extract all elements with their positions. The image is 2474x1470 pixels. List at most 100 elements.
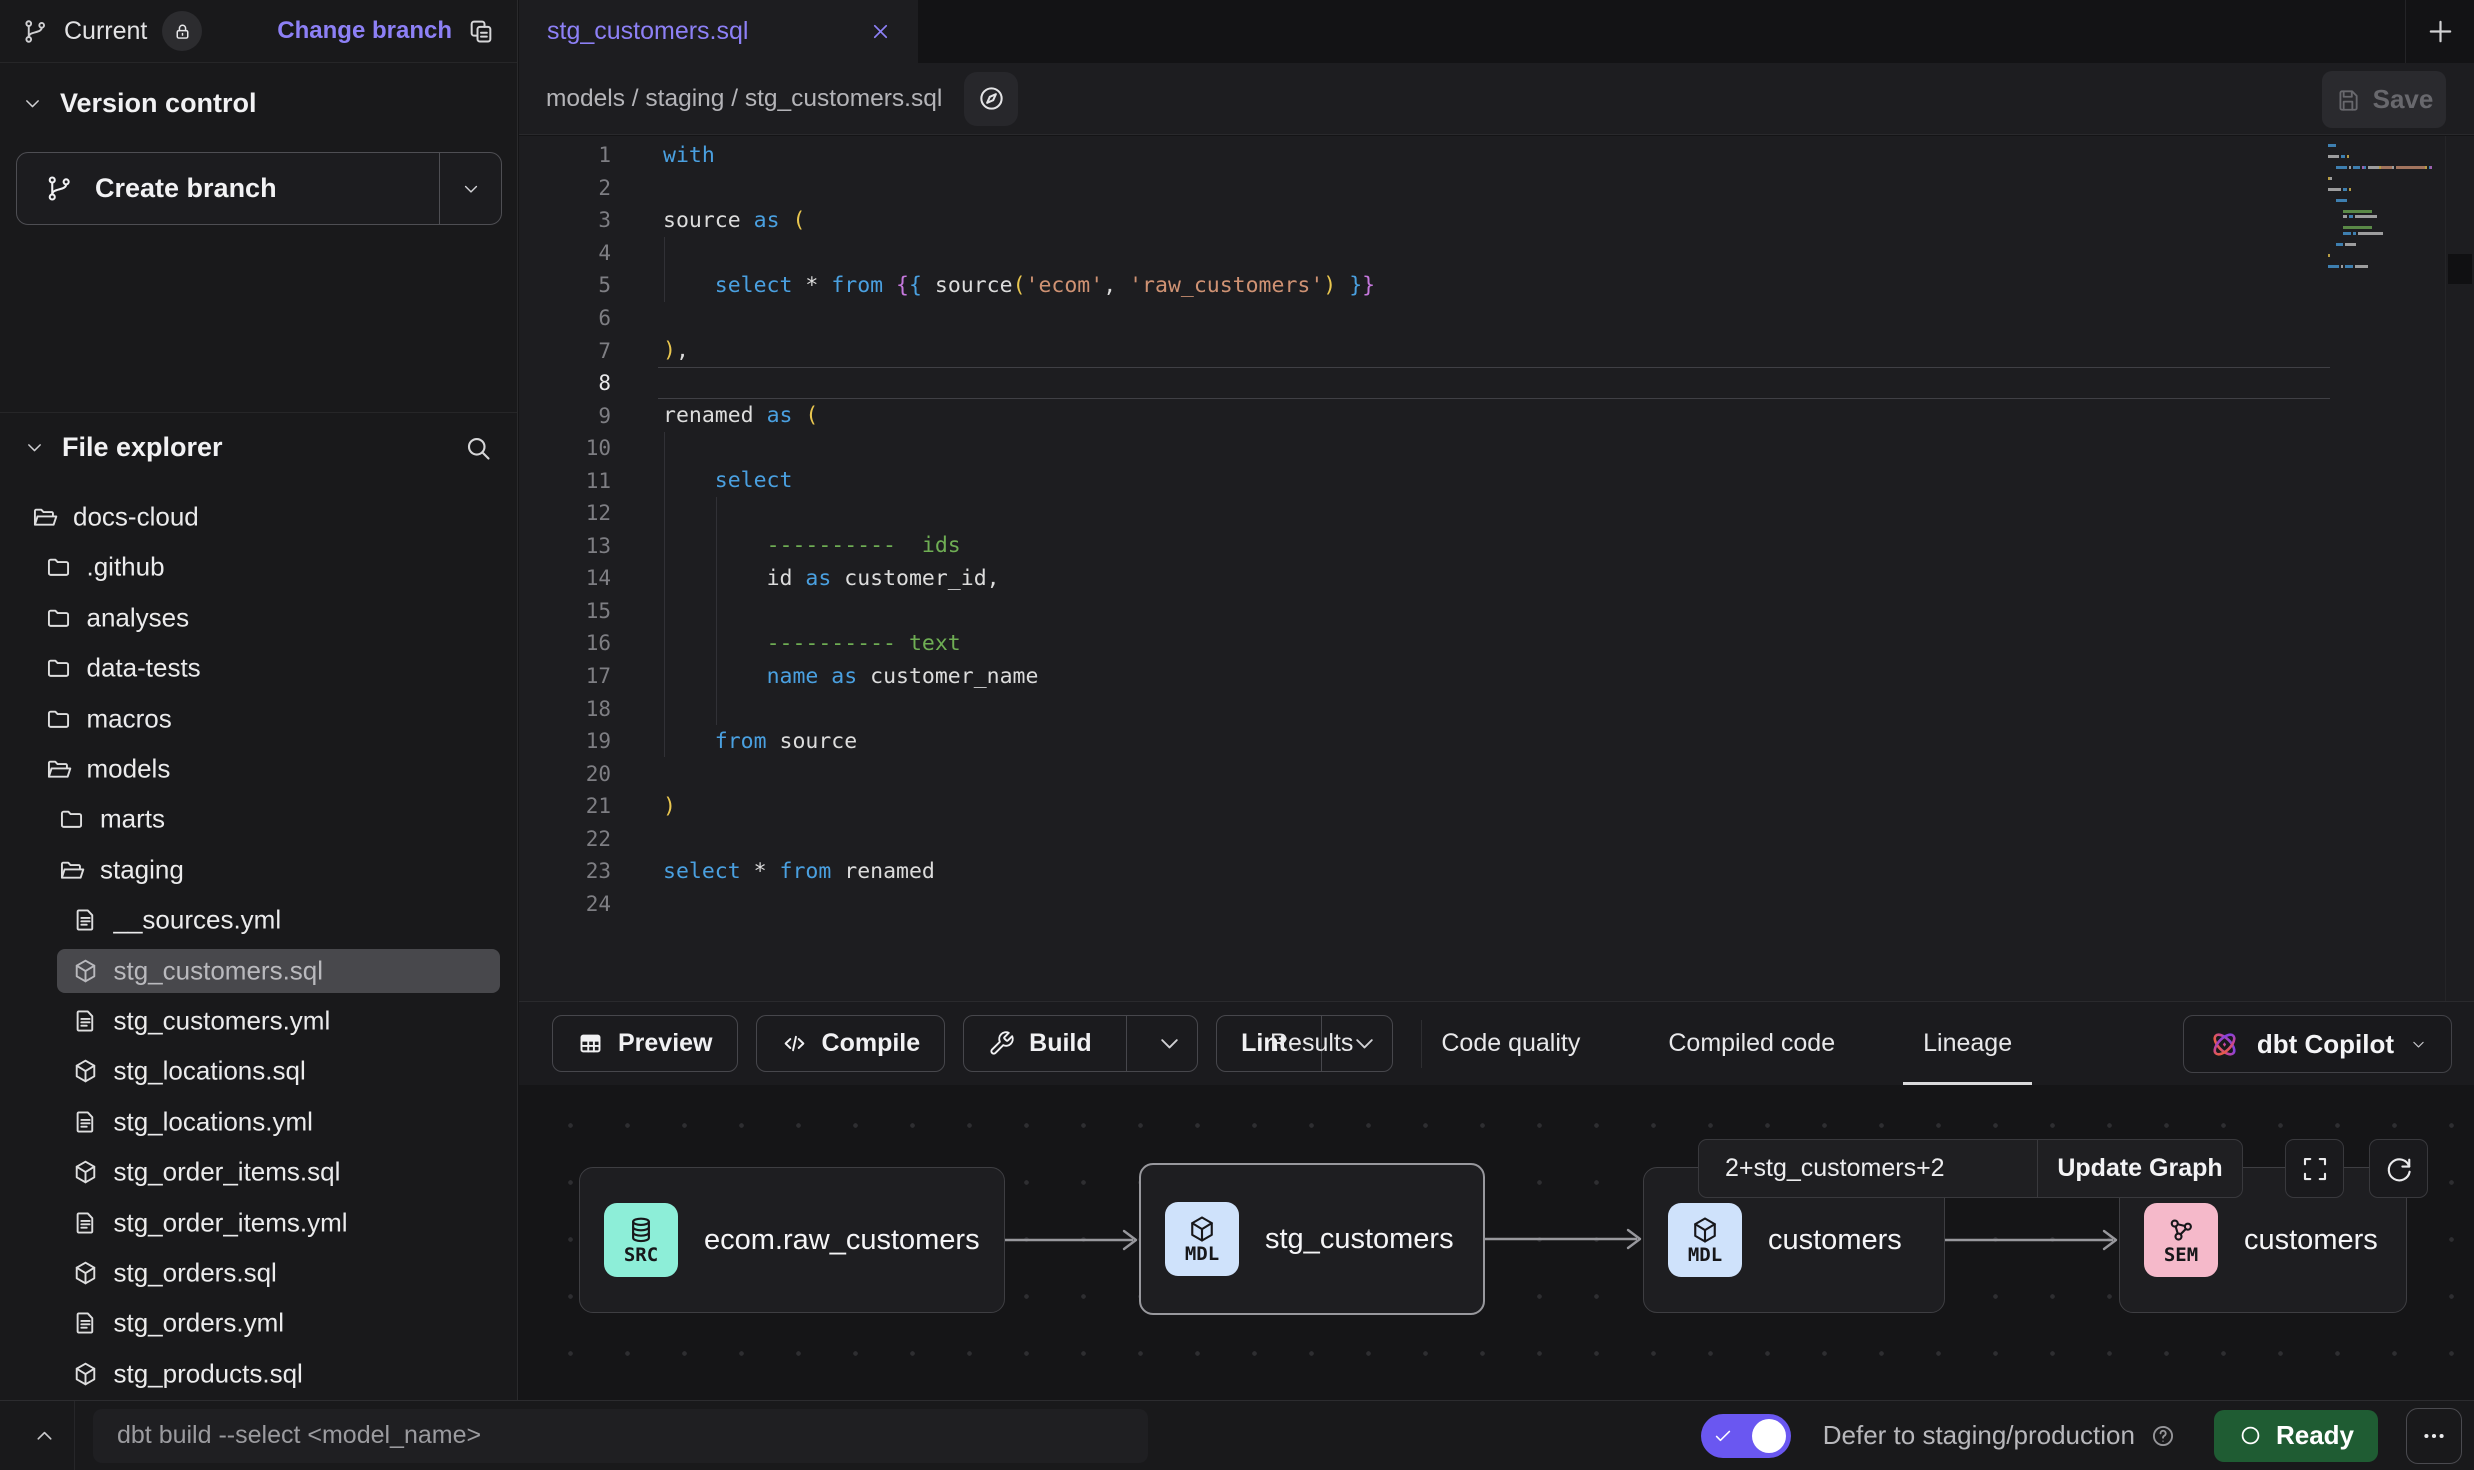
- copilot-icon: [2208, 1028, 2241, 1061]
- code-line-21[interactable]: 21): [519, 790, 2474, 823]
- more-options-button[interactable]: [2406, 1408, 2462, 1464]
- code-line-content: name as customer_name: [663, 660, 1038, 693]
- tree-item-stg_locations.yml[interactable]: stg_locations.yml: [0, 1097, 517, 1147]
- minimap[interactable]: [2328, 144, 2440, 276]
- database-icon: [626, 1215, 656, 1245]
- code-tag-icon: [781, 1030, 808, 1057]
- code-line-18[interactable]: 18: [519, 692, 2474, 725]
- cube-icon: [72, 1159, 99, 1186]
- code-line-13[interactable]: 13 ---------- ids: [519, 530, 2474, 563]
- wrench-icon: [988, 1030, 1015, 1057]
- save-button[interactable]: Save: [2322, 71, 2446, 128]
- code-line-15[interactable]: 15: [519, 595, 2474, 628]
- preview-label: Preview: [618, 1029, 713, 1058]
- code-line-1[interactable]: 1with: [519, 139, 2474, 172]
- tree-item-stg_locations.sql[interactable]: stg_locations.sql: [0, 1046, 517, 1096]
- tree-item-label: stg_order_items.sql: [114, 1157, 341, 1188]
- copilot-label: dbt Copilot: [2257, 1029, 2394, 1060]
- lineage-filter-input[interactable]: [1698, 1139, 2038, 1198]
- tree-item-staging[interactable]: staging: [0, 845, 517, 895]
- lineage-graph[interactable]: Update Graph SRCecom.raw_customersMDLstg…: [519, 1085, 2474, 1400]
- tree-item-.github[interactable]: .github: [0, 542, 517, 592]
- panel-tab-code-quality[interactable]: Code quality: [1435, 1002, 1586, 1085]
- tree-item-stg_orders.yml[interactable]: stg_orders.yml: [0, 1298, 517, 1348]
- node-badge-MDL: MDL: [1668, 1203, 1742, 1277]
- tree-item-label: stg_locations.sql: [114, 1056, 306, 1087]
- panel-tab-compiled-code[interactable]: Compiled code: [1662, 1002, 1841, 1085]
- dbt-command-input[interactable]: [93, 1409, 1148, 1463]
- defer-label: Defer to staging/production: [1823, 1420, 2135, 1451]
- help-icon[interactable]: [2150, 1423, 2176, 1449]
- tab-stg-customers-sql[interactable]: stg_customers.sql: [519, 0, 918, 63]
- folder-open-icon: [31, 504, 58, 531]
- node-title: stg_customers: [1265, 1223, 1454, 1256]
- compile-button[interactable]: Compile: [756, 1015, 946, 1072]
- code-line-2[interactable]: 2: [519, 172, 2474, 205]
- panel-tab-results[interactable]: Results: [1264, 1002, 1359, 1085]
- tree-item-stg_products.sql[interactable]: stg_products.sql: [0, 1349, 517, 1399]
- code-line-17[interactable]: 17 name as customer_name: [519, 660, 2474, 693]
- tree-item-analyses[interactable]: analyses: [0, 593, 517, 643]
- code-line-8[interactable]: 8: [519, 367, 2474, 400]
- preview-button[interactable]: Preview: [552, 1015, 738, 1072]
- refresh-graph-button[interactable]: [2369, 1139, 2428, 1198]
- dbt-copilot-button[interactable]: dbt Copilot: [2183, 1015, 2452, 1073]
- tree-item-stg_customers.yml[interactable]: stg_customers.yml: [0, 996, 517, 1046]
- tree-item-marts[interactable]: marts: [0, 794, 517, 844]
- line-number: 23: [519, 859, 611, 883]
- tree-item-__sources.yml[interactable]: __sources.yml: [0, 895, 517, 945]
- lineage-node-stg_customers[interactable]: MDLstg_customers: [1139, 1163, 1485, 1315]
- tree-item-label: data-tests: [87, 653, 201, 684]
- code-line-24[interactable]: 24: [519, 888, 2474, 921]
- code-line-14[interactable]: 14 id as customer_id,: [519, 562, 2474, 595]
- code-line-20[interactable]: 20: [519, 757, 2474, 790]
- line-number: 15: [519, 599, 611, 623]
- file-doc-icon: [72, 1108, 99, 1135]
- close-icon[interactable]: [869, 20, 892, 43]
- code-line-12[interactable]: 12: [519, 497, 2474, 530]
- code-editor[interactable]: 1with 2 3source as (45 select * from {{ so…: [519, 136, 2474, 1001]
- code-line-4[interactable]: 4: [519, 237, 2474, 270]
- node-badge-label: MDL: [1688, 1245, 1722, 1266]
- code-line-19[interactable]: 19 from source: [519, 725, 2474, 758]
- defer-toggle[interactable]: [1701, 1414, 1791, 1458]
- line-number: 2: [519, 176, 611, 200]
- code-line-10[interactable]: 10: [519, 432, 2474, 465]
- scrollbar-thumb[interactable]: [2448, 254, 2472, 284]
- tree-item-label: analyses: [87, 602, 190, 633]
- tree-item-stg_orders.sql[interactable]: stg_orders.sql: [0, 1248, 517, 1298]
- fullscreen-button[interactable]: [2285, 1139, 2344, 1198]
- code-line-6[interactable]: 6: [519, 302, 2474, 335]
- tree-item-models[interactable]: models: [0, 744, 517, 794]
- update-graph-button[interactable]: Update Graph: [2038, 1139, 2243, 1198]
- lineage-edge: [1945, 1226, 2119, 1254]
- code-line-16[interactable]: 16 ---------- text: [519, 627, 2474, 660]
- folder-icon: [45, 554, 72, 581]
- new-tab-button[interactable]: [2405, 0, 2474, 63]
- lineage-node-ecom.raw_customers[interactable]: SRCecom.raw_customers: [579, 1167, 1005, 1313]
- build-dropdown[interactable]: [1141, 1030, 1197, 1057]
- code-line-22[interactable]: 22: [519, 822, 2474, 855]
- code-line-11[interactable]: 11 select: [519, 464, 2474, 497]
- tree-item-stg_order_items.sql[interactable]: stg_order_items.sql: [0, 1147, 517, 1197]
- check-icon: [1712, 1425, 1734, 1447]
- tree-item-stg_order_items.yml[interactable]: stg_order_items.yml: [0, 1198, 517, 1248]
- chevron-up-icon[interactable]: [22, 1424, 66, 1447]
- tree-item-macros[interactable]: macros: [0, 694, 517, 744]
- code-line-5[interactable]: 5 select * from {{ source('ecom', 'raw_c…: [519, 269, 2474, 302]
- panel-tab-lineage[interactable]: Lineage: [1917, 1002, 2018, 1085]
- code-line-7[interactable]: 7),: [519, 334, 2474, 367]
- chevron-down-icon: [2410, 1036, 2427, 1053]
- build-button[interactable]: Build: [963, 1015, 1198, 1072]
- ready-status-button[interactable]: Ready: [2214, 1410, 2378, 1462]
- line-number: 6: [519, 306, 611, 330]
- build-label: Build: [1029, 1029, 1092, 1058]
- code-line-3[interactable]: 3source as (: [519, 204, 2474, 237]
- navigate-button[interactable]: [964, 72, 1018, 126]
- tree-item-stg_customers.sql[interactable]: stg_customers.sql: [0, 946, 517, 996]
- tree-item-data-tests[interactable]: data-tests: [0, 643, 517, 693]
- tree-item-docs-cloud[interactable]: docs-cloud: [0, 492, 517, 542]
- code-line-content: select * from renamed: [663, 855, 935, 888]
- code-line-23[interactable]: 23 select * from renamed: [519, 855, 2474, 888]
- code-line-9[interactable]: 9renamed as (: [519, 399, 2474, 432]
